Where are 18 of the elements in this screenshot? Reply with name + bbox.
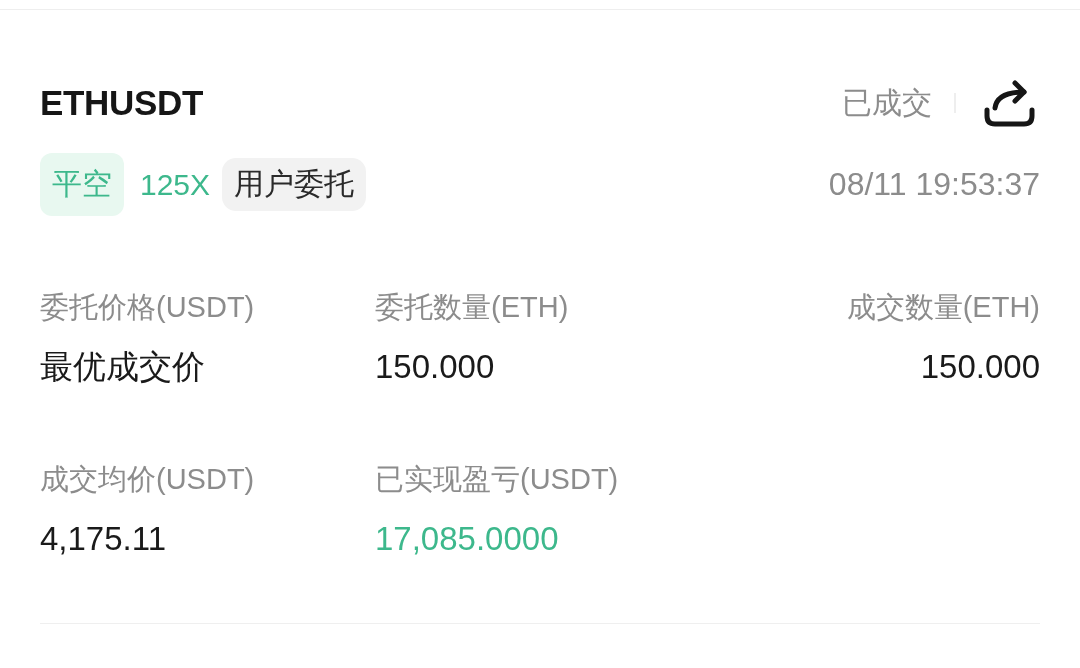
field-value: 150.000 — [920, 347, 1040, 387]
order-time: 08/11 19:53:37 — [828, 166, 1040, 203]
field-value: 150.000 — [375, 347, 495, 387]
order-status: 已成交 — [842, 84, 932, 121]
field-label: 委托价格(USDT) — [40, 290, 255, 325]
field-label: 委托数量(ETH) — [375, 290, 569, 325]
field-value: 4,175.11 — [40, 519, 166, 559]
leverage-label: 125X — [140, 167, 211, 202]
field-value: 最优成交价 — [40, 347, 205, 387]
field-label: 成交均价(USDT) — [40, 462, 255, 497]
field-value: 17,085.0000 — [375, 519, 559, 559]
share-button[interactable] — [984, 79, 1035, 127]
field-label: 已实现盈亏(USDT) — [375, 462, 619, 497]
symbol-title: ETHUSDT — [40, 83, 204, 123]
source-tag: 用户委托 — [222, 158, 367, 211]
side-tag: 平空 — [40, 153, 124, 216]
field-label: 成交数量(ETH) — [846, 290, 1040, 325]
share-icon — [984, 79, 1035, 127]
